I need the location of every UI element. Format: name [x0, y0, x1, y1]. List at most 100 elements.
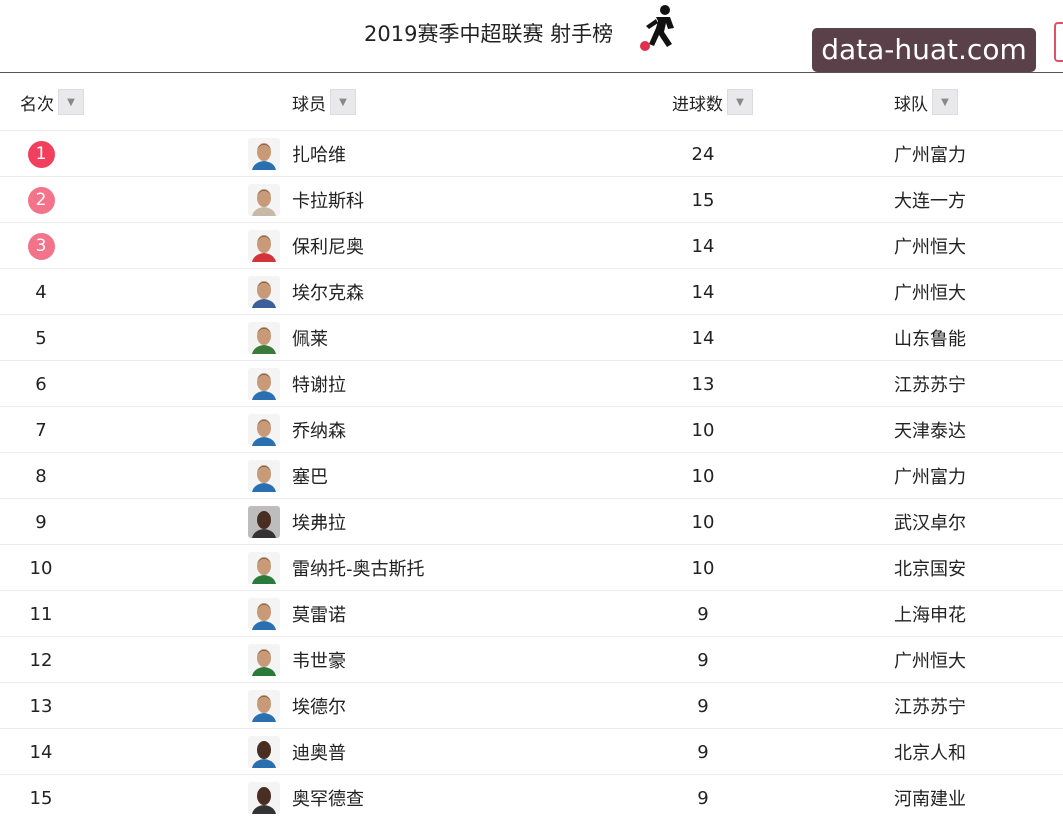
- rank-cell: 9: [22, 499, 60, 545]
- player-name: 塞巴: [292, 467, 328, 488]
- table-row[interactable]: 1 扎哈维 24 广州富力: [0, 130, 1063, 176]
- player-photo-icon: [248, 322, 280, 354]
- column-header-goals-label: 进球数: [672, 94, 723, 115]
- rank-cell: 10: [22, 545, 60, 591]
- column-header-rank-label: 名次: [20, 94, 54, 115]
- team-name: 广州恒大: [894, 651, 966, 672]
- player-photo-icon: [248, 460, 280, 492]
- rank-badge: 1: [27, 140, 55, 168]
- table-row[interactable]: 2 卡拉斯科 15 大连一方: [0, 176, 1063, 222]
- player-name: 雷纳托-奥古斯托: [292, 559, 425, 580]
- player-photo-icon: [248, 690, 280, 722]
- table-row[interactable]: 14 迪奥普 9 北京人和: [0, 728, 1063, 774]
- rank-badge: 3: [27, 232, 55, 260]
- table-row[interactable]: 9 埃弗拉 10 武汉卓尔: [0, 498, 1063, 544]
- table-row[interactable]: 11 莫雷诺 9 上海申花: [0, 590, 1063, 636]
- table-row[interactable]: 6 特谢拉 13 江苏苏宁: [0, 360, 1063, 406]
- player-photo-icon: [248, 736, 280, 768]
- player-avatar: [248, 506, 280, 538]
- player-photo-icon: [248, 552, 280, 584]
- player-avatar: [248, 230, 280, 262]
- chevron-down-icon[interactable]: ▼: [727, 89, 753, 115]
- team-name: 广州富力: [894, 145, 966, 166]
- table-row[interactable]: 15 奥罕德查 9 河南建业: [0, 774, 1063, 820]
- player-photo-icon: [248, 644, 280, 676]
- player-name: 迪奥普: [292, 743, 346, 764]
- table-row[interactable]: 10 雷纳托-奥古斯托 10 北京国安: [0, 544, 1063, 590]
- player-name: 乔纳森: [292, 421, 346, 442]
- rank-number: 10: [29, 557, 53, 579]
- rank-number: 9: [35, 511, 47, 533]
- player-photo-icon: [248, 138, 280, 170]
- goals-count: 14: [691, 327, 715, 349]
- team-name: 上海申花: [894, 605, 966, 626]
- rank-cell: 14: [22, 729, 60, 775]
- goals-count: 15: [691, 189, 715, 211]
- chevron-down-icon[interactable]: ▼: [330, 89, 356, 115]
- rank-cell: 2: [22, 177, 60, 223]
- column-header-goals[interactable]: 进球数 ▼: [672, 80, 753, 124]
- player-name: 特谢拉: [292, 375, 346, 396]
- table-row[interactable]: 7 乔纳森 10 天津泰达: [0, 406, 1063, 452]
- goals-count: 10: [691, 511, 715, 533]
- goals-count: 9: [697, 603, 709, 625]
- table-row[interactable]: 4 埃尔克森 14 广州恒大: [0, 268, 1063, 314]
- title-bar: 2019赛季中超联赛 射手榜 data-huat.com: [0, 0, 1063, 72]
- player-photo-icon: [248, 230, 280, 262]
- team-name: 北京国安: [894, 559, 966, 580]
- goals-count: 10: [691, 419, 715, 441]
- rank-number: 12: [29, 649, 53, 671]
- player-avatar: [248, 322, 280, 354]
- player-avatar: [248, 138, 280, 170]
- player-name: 保利尼奥: [292, 237, 364, 258]
- column-header-team[interactable]: 球队 ▼: [894, 80, 958, 124]
- rank-number: 15: [29, 787, 53, 809]
- team-name: 山东鲁能: [894, 329, 966, 350]
- chevron-down-icon[interactable]: ▼: [58, 89, 84, 115]
- table-row[interactable]: 5 佩莱 14 山东鲁能: [0, 314, 1063, 360]
- rank-number: 13: [29, 695, 53, 717]
- table-row[interactable]: 8 塞巴 10 广州富力: [0, 452, 1063, 498]
- rank-cell: 5: [22, 315, 60, 361]
- table-row[interactable]: 3 保利尼奥 14 广州恒大: [0, 222, 1063, 268]
- rank-cell: 4: [22, 269, 60, 315]
- player-avatar: [248, 460, 280, 492]
- rank-number: 14: [29, 741, 53, 763]
- player-avatar: [248, 414, 280, 446]
- rank-cell: 1: [22, 131, 60, 177]
- side-tab[interactable]: [1054, 22, 1063, 62]
- player-avatar: [248, 782, 280, 814]
- rank-cell: 12: [22, 637, 60, 683]
- column-header-player[interactable]: 球员 ▼: [292, 80, 356, 124]
- rank-cell: 6: [22, 361, 60, 407]
- goals-count: 9: [697, 695, 709, 717]
- rank-badge: 2: [27, 186, 55, 214]
- column-header-player-label: 球员: [292, 94, 326, 115]
- rank-cell: 8: [22, 453, 60, 499]
- rank-cell: 3: [22, 223, 60, 269]
- player-name: 韦世豪: [292, 651, 346, 672]
- player-name: 佩莱: [292, 329, 328, 350]
- player-photo-icon: [248, 414, 280, 446]
- table-row[interactable]: 13 埃德尔 9 江苏苏宁: [0, 682, 1063, 728]
- player-name: 扎哈维: [292, 145, 346, 166]
- rank-number: 4: [35, 281, 47, 303]
- rank-cell: 13: [22, 683, 60, 729]
- player-avatar: [248, 552, 280, 584]
- column-header-rank[interactable]: 名次 ▼: [20, 80, 84, 124]
- player-photo-icon: [248, 598, 280, 630]
- chevron-down-icon[interactable]: ▼: [932, 89, 958, 115]
- goals-count: 10: [691, 465, 715, 487]
- table-row[interactable]: 12 韦世豪 9 广州恒大: [0, 636, 1063, 682]
- player-avatar: [248, 368, 280, 400]
- player-avatar: [248, 276, 280, 308]
- player-avatar: [248, 598, 280, 630]
- team-name: 江苏苏宁: [894, 697, 966, 718]
- team-name: 江苏苏宁: [894, 375, 966, 396]
- goals-count: 14: [691, 235, 715, 257]
- player-avatar: [248, 736, 280, 768]
- player-photo-icon: [248, 506, 280, 538]
- column-header-team-label: 球队: [894, 94, 928, 115]
- player-photo-icon: [248, 276, 280, 308]
- watermark-badge: data-huat.com: [812, 28, 1036, 72]
